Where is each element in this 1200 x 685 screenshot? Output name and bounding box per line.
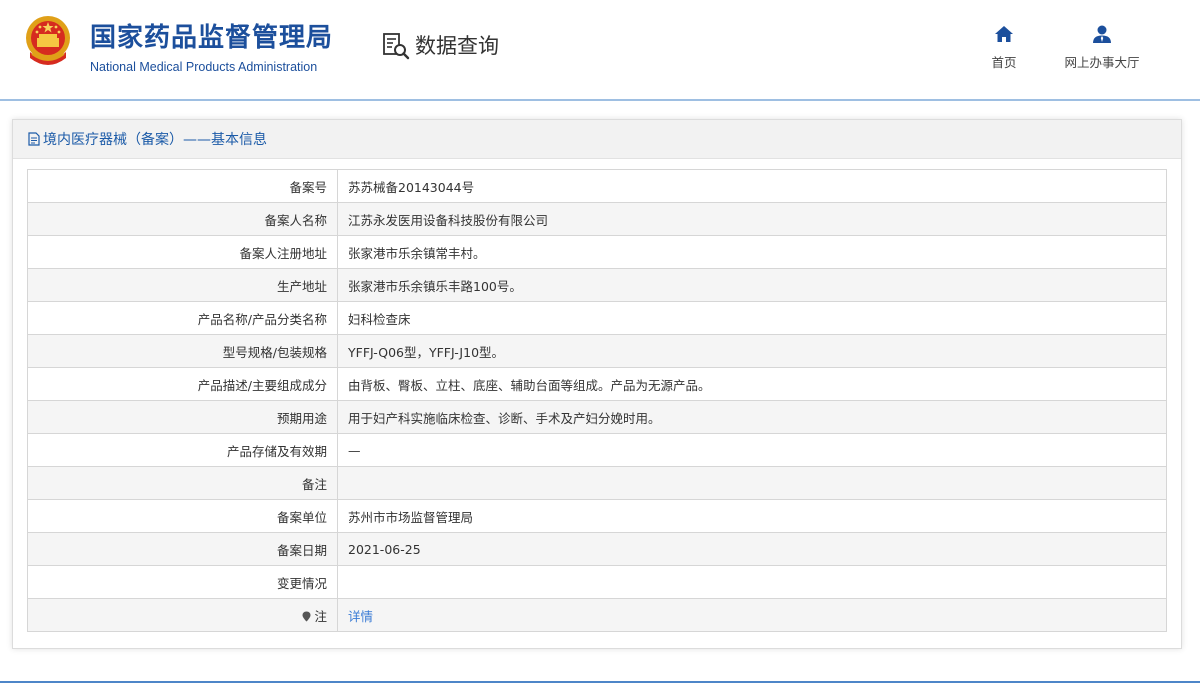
nav-home[interactable]: 首页: [984, 24, 1024, 71]
row-label: 生产地址: [27, 268, 338, 302]
row-value: 2021-06-25: [337, 532, 1167, 566]
row-label: 产品名称/产品分类名称: [27, 301, 338, 335]
row-value: —: [337, 433, 1167, 467]
row-value: YFFJ-Q06型，YFFJ-J10型。: [337, 334, 1167, 368]
document-icon: [28, 132, 40, 146]
table-row: 产品名称/产品分类名称 妇科检查床: [27, 301, 1167, 335]
row-label: 产品描述/主要组成成分: [27, 367, 338, 401]
national-emblem-icon: [26, 16, 70, 65]
details-link[interactable]: 详情: [348, 609, 373, 624]
row-value: 用于妇产科实施临床检查、诊断、手术及产妇分娩时用。: [337, 400, 1167, 434]
footer-divider: [0, 681, 1200, 683]
record-info-table: 备案号 苏苏械备20143044号 备案人名称 江苏永发医用设备科技股份有限公司…: [27, 169, 1167, 632]
table-row: 型号规格/包装规格 YFFJ-Q06型，YFFJ-J10型。: [27, 334, 1167, 368]
user-icon: [1093, 25, 1111, 43]
table-row: 预期用途 用于妇产科实施临床检查、诊断、手术及产妇分娩时用。: [27, 400, 1167, 434]
table-row: 备注: [27, 466, 1167, 500]
record-panel: 境内医疗器械（备案）——基本信息 备案号 苏苏械备20143044号 备案人名称…: [12, 119, 1182, 649]
row-value: 由背板、臀板、立柱、底座、辅助台面等组成。产品为无源产品。: [337, 367, 1167, 401]
org-name-en: National Medical Products Administration: [90, 60, 318, 74]
table-row: 注 详情: [27, 598, 1167, 632]
row-label: 预期用途: [27, 400, 338, 434]
site-header: 国家药品监督管理局 National Medical Products Admi…: [0, 0, 1200, 100]
row-value: 张家港市乐余镇常丰村。: [337, 235, 1167, 269]
nav-home-label: 首页: [991, 55, 1017, 70]
row-label: 备案人名称: [27, 202, 338, 236]
table-row: 备案人名称 江苏永发医用设备科技股份有限公司: [27, 202, 1167, 236]
row-label: 备案单位: [27, 499, 338, 533]
row-label: 备案人注册地址: [27, 235, 338, 269]
row-label: 型号规格/包装规格: [27, 334, 338, 368]
data-query-heading: 数据查询: [381, 31, 499, 61]
table-row: 备案人注册地址 张家港市乐余镇常丰村。: [27, 235, 1167, 269]
row-value: 苏州市市场监督管理局: [337, 499, 1167, 533]
row-value: 张家港市乐余镇乐丰路100号。: [337, 268, 1167, 302]
row-label: 产品存储及有效期: [27, 433, 338, 467]
pin-icon: [302, 611, 311, 621]
panel-header: 境内医疗器械（备案）——基本信息: [13, 120, 1181, 159]
table-row: 备案单位 苏州市市场监督管理局: [27, 499, 1167, 533]
brand-block: 国家药品监督管理局 National Medical Products Admi…: [90, 22, 333, 76]
home-icon: [995, 26, 1013, 42]
row-value: 详情: [337, 598, 1167, 632]
panel-title: 境内医疗器械（备案）——基本信息: [43, 132, 267, 148]
table-row: 产品描述/主要组成成分 由背板、臀板、立柱、底座、辅助台面等组成。产品为无源产品…: [27, 367, 1167, 401]
row-label: 备案号: [27, 169, 338, 203]
table-row: 生产地址 张家港市乐余镇乐丰路100号。: [27, 268, 1167, 302]
row-value: 妇科检查床: [337, 301, 1167, 335]
row-value: [337, 565, 1167, 599]
row-label: 备案日期: [27, 532, 338, 566]
org-name-cn: 国家药品监督管理局: [90, 23, 334, 53]
table-row: 变更情况: [27, 565, 1167, 599]
note-label-cell: 注: [27, 598, 338, 632]
row-value: 江苏永发医用设备科技股份有限公司: [337, 202, 1167, 236]
row-label: 注: [314, 608, 327, 624]
nav-online-service-hall[interactable]: 网上办事大厅: [1056, 24, 1148, 71]
document-search-icon: [383, 33, 410, 60]
table-row: 备案号 苏苏械备20143044号: [27, 169, 1167, 203]
row-value: 苏苏械备20143044号: [337, 169, 1167, 203]
table-row: 产品存储及有效期 —: [27, 433, 1167, 467]
nav-service-label: 网上办事大厅: [1064, 55, 1140, 70]
table-row: 备案日期 2021-06-25: [27, 532, 1167, 566]
query-title: 数据查询: [415, 34, 499, 58]
row-value: [337, 466, 1167, 500]
row-label: 备注: [27, 466, 338, 500]
row-label: 变更情况: [27, 565, 338, 599]
